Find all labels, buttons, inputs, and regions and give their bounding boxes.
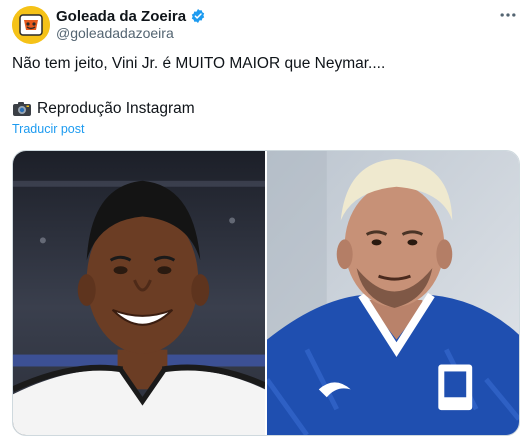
smiling-player-icon — [13, 151, 265, 435]
display-name[interactable]: Goleada da Zoeira — [56, 8, 186, 25]
camera-emoji-icon — [12, 100, 32, 118]
tweet-text: Não tem jeito, Vini Jr. é MUITO MAIOR qu… — [12, 55, 386, 72]
author-handle[interactable]: @goleadadazoeira — [56, 25, 174, 41]
tweet[interactable]: Goleada da Zoeira @goleadadazoeira Não t… — [0, 0, 531, 441]
avatar[interactable] — [12, 6, 50, 44]
translate-post-link[interactable]: Traducir post — [12, 122, 84, 136]
author-name-row: Goleada da Zoeira — [56, 6, 206, 26]
more-options-icon[interactable] — [497, 4, 519, 26]
photo-right[interactable] — [267, 151, 519, 435]
credit-line: Reprodução Instagram — [12, 99, 195, 119]
goleada-logo-icon — [12, 6, 50, 44]
player-blue-kit-icon — [267, 151, 519, 435]
photo-left[interactable] — [13, 151, 265, 435]
verified-badge-icon — [190, 8, 206, 24]
credit-text: Reprodução Instagram — [37, 100, 195, 117]
media-grid[interactable] — [12, 150, 520, 436]
